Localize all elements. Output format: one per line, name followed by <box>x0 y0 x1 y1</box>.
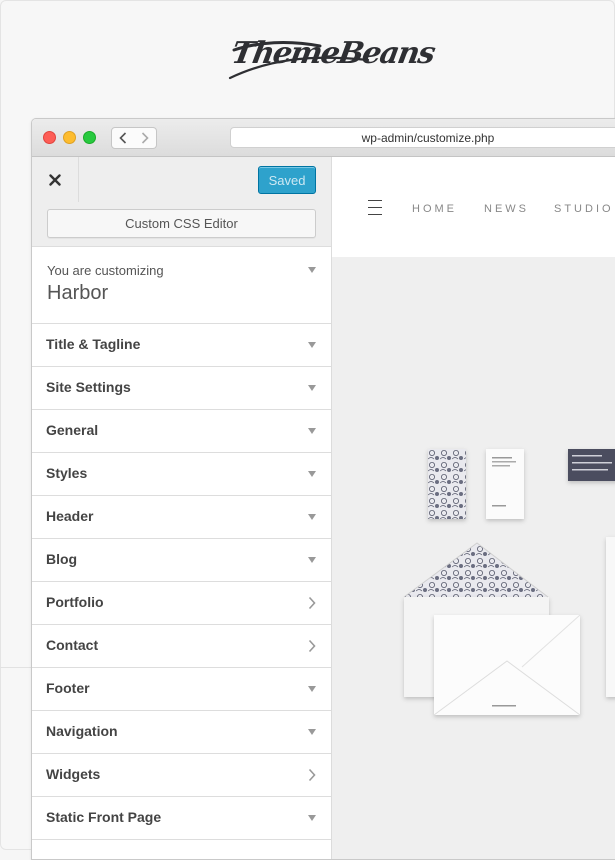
section-label: Footer <box>46 680 90 696</box>
chevron-down-icon <box>308 385 316 391</box>
section-label: General <box>46 422 99 438</box>
section-label: Portfolio <box>46 594 104 610</box>
browser-titlebar: wp-admin/customize.php <box>32 119 615 157</box>
chevron-right-icon <box>141 132 149 144</box>
close-window-dot[interactable] <box>43 131 56 144</box>
section-label: Title & Tagline <box>46 336 141 352</box>
section-label: Styles <box>46 465 88 481</box>
zoom-window-dot[interactable] <box>83 131 96 144</box>
browser-window: wp-admin/customize.php Saved Custom CSS … <box>31 118 615 860</box>
minimize-window-dot[interactable] <box>63 131 76 144</box>
section-list: Title & Tagline Site Settings General St… <box>32 324 331 840</box>
chevron-left-icon <box>119 132 127 144</box>
chevron-right-icon <box>308 768 316 782</box>
section-styles[interactable]: Styles <box>32 453 331 496</box>
section-header[interactable]: Header <box>32 496 331 539</box>
section-contact[interactable]: Contact <box>32 625 331 668</box>
chevron-down-icon <box>308 557 316 563</box>
chevron-down-icon <box>308 815 316 821</box>
customizer-sidebar: Saved Custom CSS Editor You are customiz… <box>32 157 332 859</box>
forward-button[interactable] <box>134 127 157 149</box>
section-label: Contact <box>46 637 99 653</box>
customizing-panel[interactable]: You are customizing Harbor <box>32 247 331 324</box>
saved-button[interactable]: Saved <box>258 166 316 194</box>
nav-studio[interactable]: STUDIO <box>554 203 614 215</box>
customizer-header: Saved <box>32 157 331 203</box>
section-site-settings[interactable]: Site Settings <box>32 367 331 410</box>
close-icon <box>49 173 61 186</box>
section-label: Blog <box>46 551 78 567</box>
background-divider <box>0 667 32 668</box>
css-editor-area: Custom CSS Editor <box>32 202 331 247</box>
section-label: Static Front Page <box>46 809 162 825</box>
section-label: Site Settings <box>46 379 131 395</box>
section-widgets[interactable]: Widgets <box>32 754 331 797</box>
nav-home[interactable]: HOME <box>412 203 457 215</box>
chevron-down-icon <box>308 729 316 735</box>
chevron-right-icon <box>308 596 316 610</box>
section-label: Navigation <box>46 723 118 739</box>
logo-wordmark: ThemeBeans <box>228 36 437 71</box>
section-footer[interactable]: Footer <box>32 668 331 711</box>
section-navigation[interactable]: Navigation <box>32 711 331 754</box>
site-preview: HOME NEWS STUDIO <box>332 157 615 859</box>
chevron-down-icon <box>308 342 316 348</box>
chevron-down-icon <box>308 267 316 273</box>
stationery-mockup-image <box>403 449 615 716</box>
section-general[interactable]: General <box>32 410 331 453</box>
section-blog[interactable]: Blog <box>32 539 331 582</box>
theme-name: Harbor <box>47 282 109 304</box>
chevron-down-icon <box>308 686 316 692</box>
custom-css-editor-button[interactable]: Custom CSS Editor <box>47 209 316 238</box>
preview-site-header: HOME NEWS STUDIO <box>332 157 615 257</box>
themebeans-logo: ThemeBeans <box>228 30 437 90</box>
section-label: Widgets <box>46 766 101 782</box>
customizing-label: You are customizing <box>47 263 164 278</box>
nav-news[interactable]: NEWS <box>484 203 529 215</box>
chevron-down-icon <box>308 428 316 434</box>
chevron-down-icon <box>308 514 316 520</box>
section-title-tagline[interactable]: Title & Tagline <box>32 324 331 367</box>
section-portfolio[interactable]: Portfolio <box>32 582 331 625</box>
section-static-front-page[interactable]: Static Front Page <box>32 797 331 840</box>
address-bar[interactable]: wp-admin/customize.php <box>230 127 615 148</box>
chevron-right-icon <box>308 639 316 653</box>
close-customizer-button[interactable] <box>32 157 79 202</box>
section-label: Header <box>46 508 94 524</box>
hamburger-menu-icon[interactable] <box>368 200 382 221</box>
chevron-down-icon <box>308 471 316 477</box>
back-button[interactable] <box>111 127 135 149</box>
